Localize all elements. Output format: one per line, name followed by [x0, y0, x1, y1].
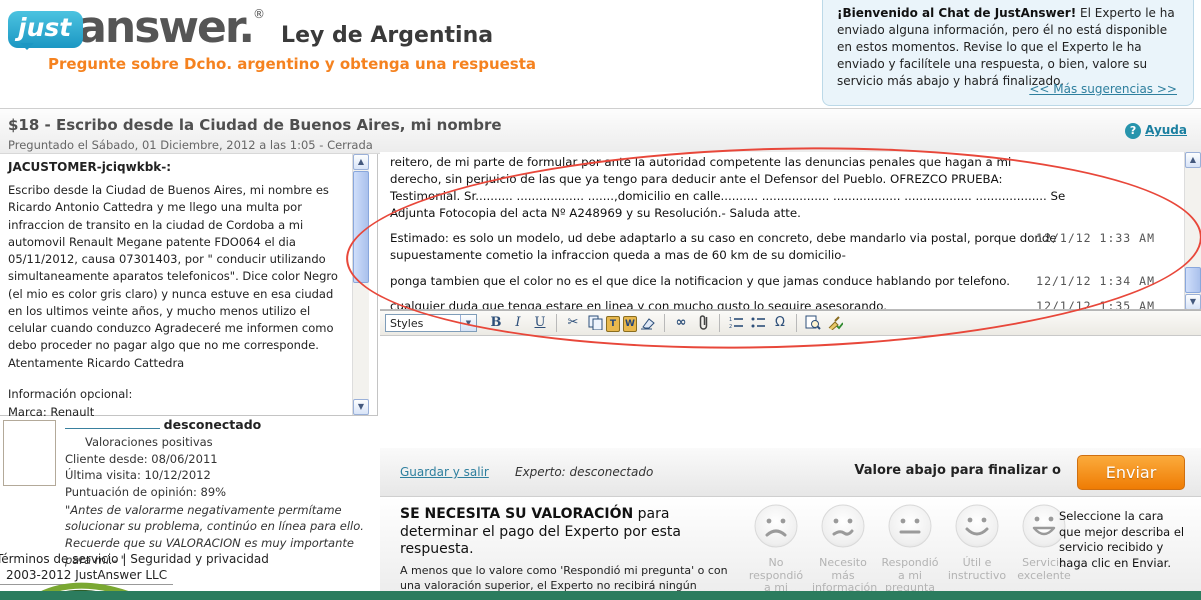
help-icon[interactable]: ? [1125, 123, 1141, 139]
message-text: reitero, de mi parte de formular por ant… [390, 155, 1065, 220]
optional-info-label: Información opcional: [8, 386, 348, 404]
last-visit: Última visita: 10/12/2012 [65, 467, 373, 484]
underline-button[interactable]: U [530, 313, 550, 333]
rating-option-label: Útil e instructivo [946, 557, 1008, 582]
bottom-edge-bar [0, 591, 1201, 600]
rating-section: SE NECESITA SU VALORACIÓN para determina… [380, 497, 1201, 592]
message-text: ponga tambien que el color no es el que … [390, 274, 1010, 288]
message-text: cualquier duda que tenga estare en linea… [390, 299, 887, 310]
registered-mark: ® [253, 7, 265, 21]
expert-info-panel: desconectado Valoraciones positivas Clie… [0, 416, 378, 552]
message-timestamp: 12/1/12 1:34 AM [1036, 273, 1155, 290]
rating-option-respondio[interactable]: Respondió a mi pregunta [879, 503, 941, 600]
ordered-list-icon[interactable]: 12 [726, 313, 746, 333]
expert-connection-status: Experto: desconectado [515, 465, 653, 479]
svg-text:2: 2 [729, 324, 732, 330]
welcome-title: ¡Bienvenido al Chat de JustAnswer! [837, 6, 1076, 20]
paste-text-icon[interactable]: T [606, 316, 620, 332]
chat-message: Estimado: es solo un modelo, ud debe ada… [380, 224, 1201, 266]
message-timestamp: 12/1/12 1:33 AM [1036, 230, 1155, 247]
expert-status-label: desconectado [164, 417, 262, 432]
action-bar: Guardar y salir Experto: desconectado Va… [380, 448, 1201, 497]
expert-name-redacted [65, 417, 160, 429]
rate-below-label: Valore abajo para finalizar o [854, 463, 1061, 478]
question-header-bar: $18 - Escribo desde la Ciudad de Buenos … [0, 108, 1201, 154]
expert-avatar [3, 420, 56, 486]
bullet-list-icon[interactable] [748, 313, 768, 333]
scrollbar-thumb[interactable] [353, 171, 369, 283]
chat-message: reitero, de mi parte de formular por ant… [380, 152, 1201, 224]
styles-dropdown-value: Styles [390, 317, 423, 330]
question-body: Escribo desde la Ciudad de Buenos Aires,… [8, 182, 348, 372]
question-panel-scrollbar[interactable]: ▲ ▼ [352, 154, 369, 415]
message-text: Estimado: es solo un modelo, ud debe ada… [390, 231, 1057, 262]
send-button[interactable]: Enviar [1077, 455, 1185, 490]
bold-button[interactable]: B [486, 313, 506, 333]
save-and-exit-link[interactable]: Guardar y salir [400, 465, 489, 479]
customer-username: JACUSTOMER-jciqwkbk-: [8, 158, 348, 176]
rating-instruction: Seleccione la cara que mejor describa el… [1059, 509, 1187, 571]
rating-heading: SE NECESITA SU VALORACIÓN [400, 506, 633, 522]
face-neutral-icon[interactable] [887, 503, 933, 549]
special-character-icon[interactable]: Ω [770, 313, 790, 333]
help-area: ? Ayuda [1125, 123, 1187, 139]
scroll-down-icon[interactable]: ▼ [1185, 294, 1201, 310]
preview-icon[interactable] [803, 313, 823, 333]
rating-option-necesito-mas[interactable]: Necesito más información [812, 503, 874, 600]
opinion-score: Puntuación de opinión: 89% [65, 484, 373, 501]
eraser-icon[interactable] [638, 313, 658, 333]
rating-option-label: Respondió a mi pregunta [879, 557, 941, 595]
copy-icon[interactable] [585, 313, 605, 333]
rating-option-no-respondio[interactable]: No respondió a mi pregunta [745, 503, 807, 600]
chat-message: ponga tambien que el color no es el que … [380, 267, 1201, 292]
justanswer-logo[interactable]: justanswer.® Ley de Argentina [8, 2, 493, 54]
app-header: justanswer.® Ley de Argentina Pregunte so… [0, 0, 1201, 110]
client-since: Cliente desde: 08/06/2011 [65, 451, 373, 468]
footer-links[interactable]: Términos de servicio | Seguridad y priva… [0, 552, 374, 566]
customer-question-panel: JACUSTOMER-jciqwkbk-: Escribo desde la C… [0, 154, 378, 416]
scroll-up-icon[interactable]: ▲ [1185, 152, 1201, 168]
rating-option-util[interactable]: Útil e instructivo [946, 503, 1008, 600]
svg-text:1: 1 [729, 317, 732, 323]
scroll-down-icon[interactable]: ▼ [353, 399, 369, 415]
spellcheck-icon[interactable] [825, 313, 845, 333]
logo-speech-bubble-icon: just [8, 11, 83, 48]
welcome-chat-box: ¡Bienvenido al Chat de JustAnswer! El Ex… [822, 0, 1194, 106]
chevron-down-icon: ▼ [460, 315, 476, 331]
italic-button[interactable]: I [508, 313, 528, 333]
editor-toolbar: Styles ▼ B I U ✂ T W ∞ 12 Ω [380, 310, 1201, 336]
face-skeptical-icon[interactable] [820, 503, 866, 549]
chat-message: cualquier duda que tenga estare en linea… [380, 292, 1201, 310]
chat-scrollbar[interactable]: ▲ ▼ [1184, 152, 1201, 310]
styles-dropdown[interactable]: Styles ▼ [385, 314, 477, 332]
logo-wordmark: answer. [77, 2, 253, 53]
link-icon[interactable]: ∞ [671, 313, 691, 333]
face-smile-icon[interactable] [954, 503, 1000, 549]
security-seal-logo [8, 572, 158, 592]
scroll-up-icon[interactable]: ▲ [353, 154, 369, 170]
paste-word-icon[interactable]: W [623, 316, 637, 332]
tagline: Pregunte sobre Dcho. argentino y obtenga… [48, 55, 536, 73]
question-title: $18 - Escribo desde la Ciudad de Buenos … [8, 116, 502, 134]
question-subtitle: Preguntado el Sábado, 01 Diciembre, 2012… [8, 138, 373, 152]
chat-messages-panel: reitero, de mi parte de formular por ant… [380, 152, 1201, 310]
scrollbar-thumb[interactable] [1185, 267, 1201, 293]
positive-ratings-label: Valoraciones positivas [65, 434, 373, 451]
cut-icon[interactable]: ✂ [563, 313, 583, 333]
more-suggestions-link[interactable]: << Más sugerencias >> [1029, 81, 1177, 98]
rating-option-label: Necesito más información [812, 557, 874, 595]
message-timestamp: 12/1/12 1:35 AM [1036, 298, 1155, 310]
help-link[interactable]: Ayuda [1145, 123, 1187, 137]
reply-compose-area[interactable] [380, 336, 1201, 448]
face-sad-icon[interactable] [753, 503, 799, 549]
paperclip-icon[interactable] [693, 313, 713, 333]
page-title: Ley de Argentina [281, 23, 493, 48]
